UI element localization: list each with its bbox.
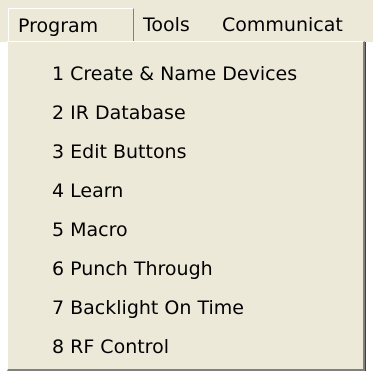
menu-item-macro[interactable]: 5 Macro bbox=[8, 214, 362, 246]
menu-item-learn[interactable]: 4 Learn bbox=[8, 175, 362, 207]
menu-item-rf-control[interactable]: 8 RF Control bbox=[8, 331, 362, 363]
menu-item-edit-buttons[interactable]: 3 Edit Buttons bbox=[8, 136, 362, 168]
menu-item-punch-through[interactable]: 6 Punch Through bbox=[8, 253, 362, 285]
menu-item-ir-database[interactable]: 2 IR Database bbox=[8, 97, 362, 129]
menu-item-backlight-on-time[interactable]: 7 Backlight On Time bbox=[8, 292, 362, 324]
menu-program[interactable]: Program bbox=[8, 8, 134, 42]
menu-bar: Program Tools Communicat bbox=[0, 0, 373, 42]
program-dropdown-menu: 1 Create & Name Devices 2 IR Database 3 … bbox=[7, 41, 365, 371]
menu-tools[interactable]: Tools bbox=[143, 8, 190, 42]
menu-item-create-name-devices[interactable]: 1 Create & Name Devices bbox=[8, 58, 362, 90]
menu-communications[interactable]: Communicat bbox=[222, 8, 343, 42]
